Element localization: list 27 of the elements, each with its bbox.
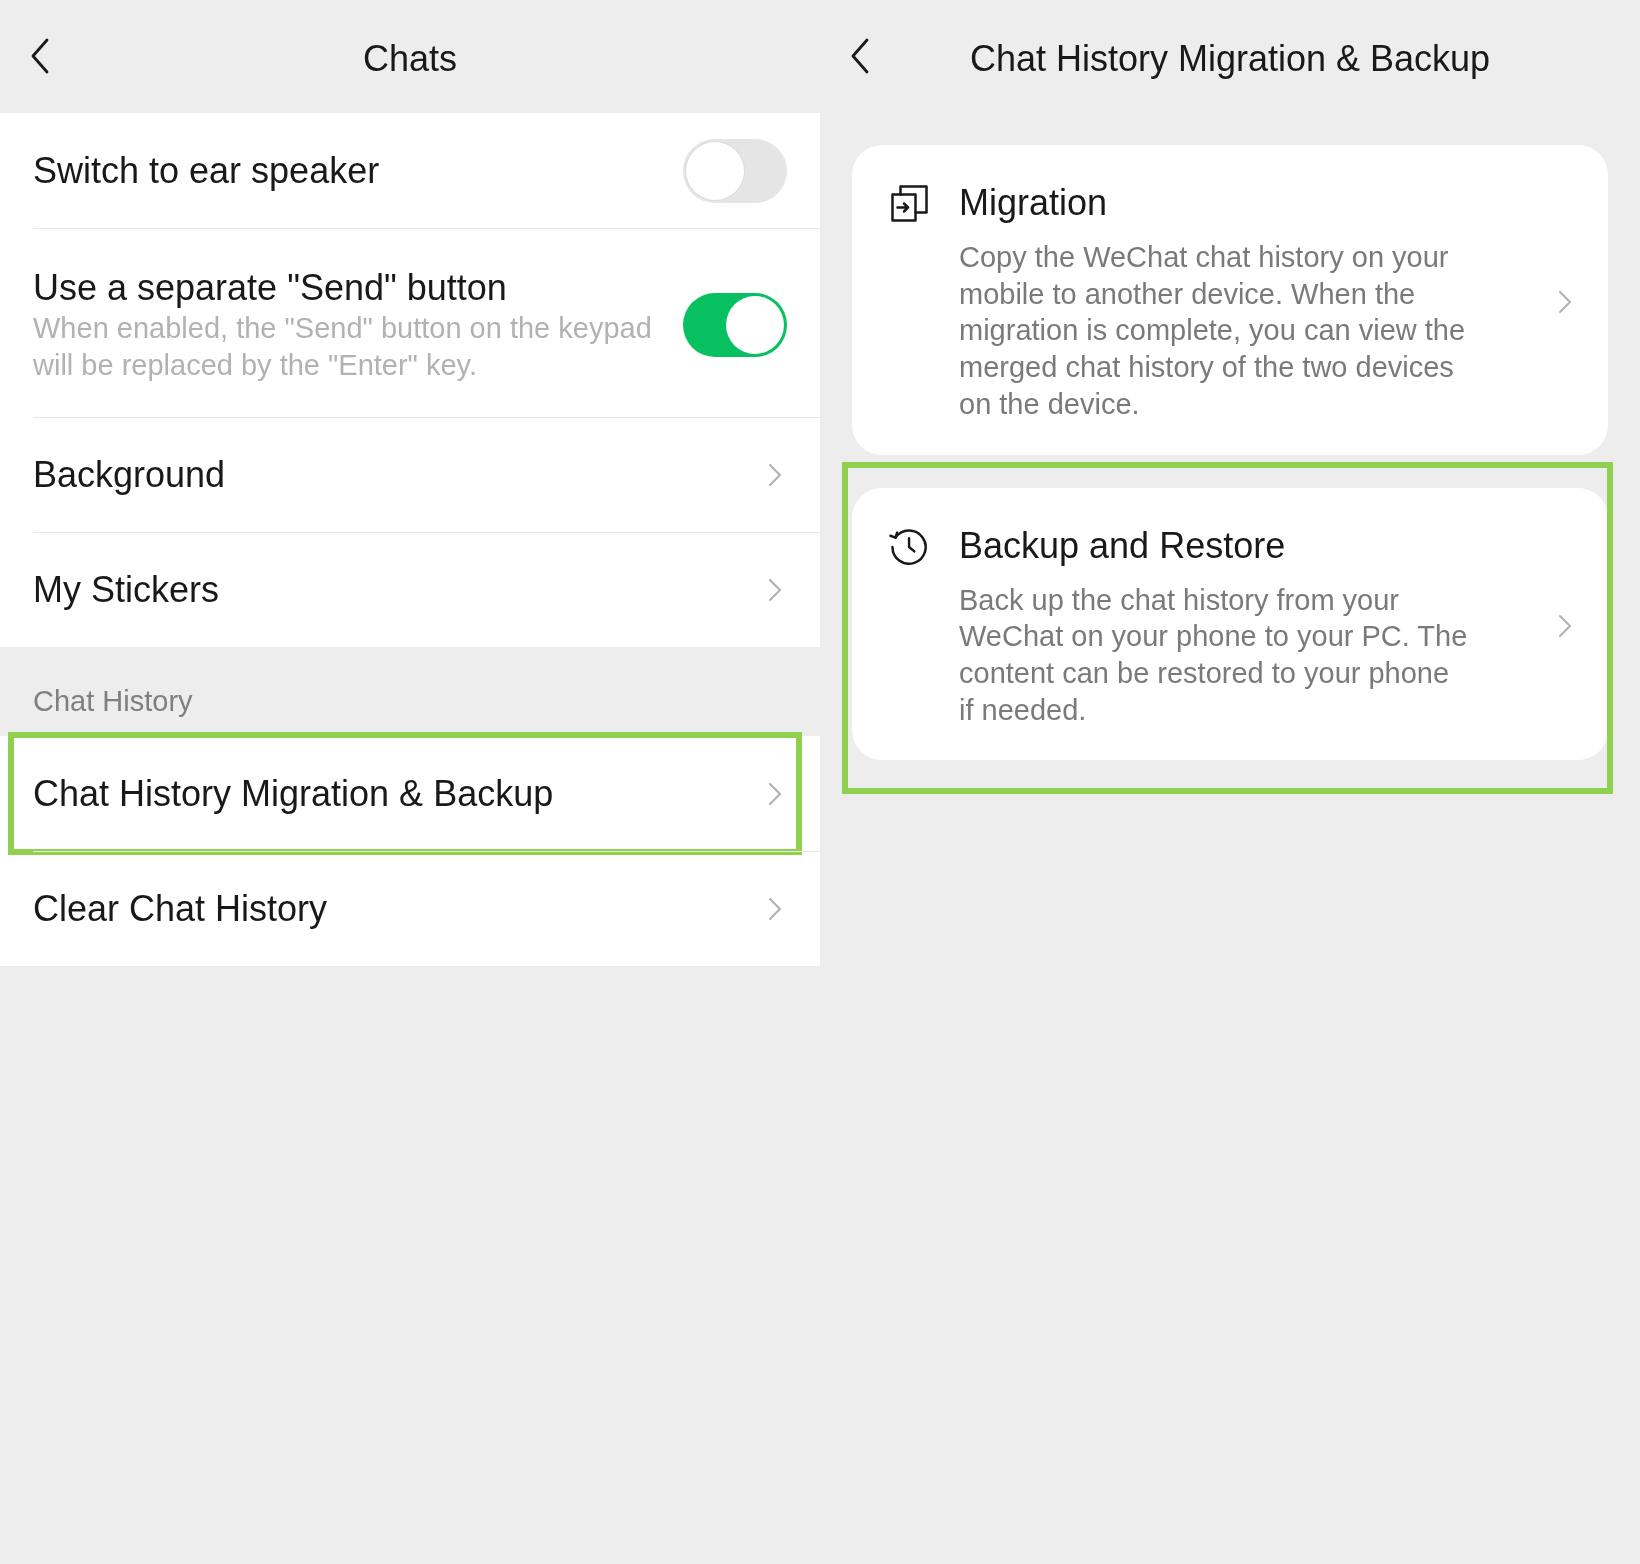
chevron-right-icon <box>768 781 782 806</box>
chevron-right-icon <box>1558 613 1572 638</box>
card-description: Back up the chat history from your WeChat on your phone to your PC. The content can be restored to your phone if needed. <box>959 582 1469 728</box>
menu-row[interactable]: My Stickers <box>0 532 820 647</box>
screen-title: Chats <box>362 36 457 81</box>
chevron-right-icon <box>768 462 782 487</box>
setting-label: Use a separate "Send" button <box>33 266 508 310</box>
option-card[interactable]: Backup and Restore Back up the chat history from your WeChat on your phone to your PC. The content can be restored to your phone if needed. <box>852 487 1608 761</box>
back-button[interactable] <box>30 37 50 74</box>
setting-description: When enabled, the "Send" button on the keypad will be replaced by the "Enter" key. <box>33 311 653 383</box>
card-description: Copy the WeChat chat history on your mobile to another device. When the migration is complete, you can view the merged chat history of the two devices on the device. <box>959 240 1467 422</box>
chevron-right-icon <box>768 896 782 921</box>
back-chevron-icon <box>850 37 870 74</box>
chevron-right-icon <box>768 577 782 602</box>
back-button[interactable] <box>850 37 870 74</box>
chevron-right-icon <box>1558 289 1572 314</box>
menu-row[interactable]: Background <box>0 417 820 532</box>
screen-title: Chat History Migration & Backup <box>969 36 1491 81</box>
menu-row[interactable]: Chat History Migration & Backup <box>0 736 820 851</box>
card-title: Backup and Restore <box>959 523 1287 568</box>
option-card[interactable]: Migration Copy the WeChat chat history on your mobile to another device. When the migration is complete, you can view the merged chat history of the two devices on the device. <box>852 145 1608 455</box>
copy-arrow-icon <box>891 185 928 222</box>
menu-row[interactable]: Clear Chat History <box>0 851 820 966</box>
setting-label: Switch to ear speaker <box>33 148 381 193</box>
card-title: Migration <box>959 181 1109 225</box>
section-title: Chat History <box>32 684 194 719</box>
back-chevron-icon <box>30 37 50 74</box>
